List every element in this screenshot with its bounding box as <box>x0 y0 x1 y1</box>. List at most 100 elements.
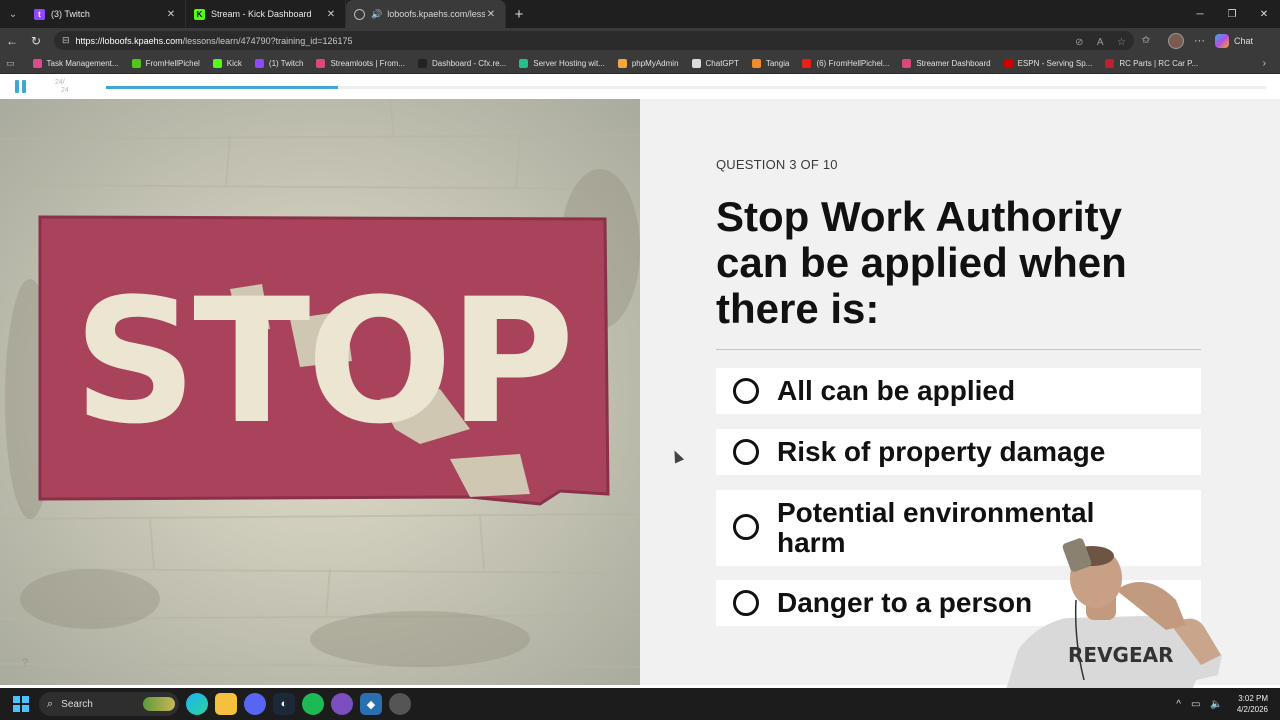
shirt-logo-text: REVGEAR <box>1068 643 1174 667</box>
windows-start-icon[interactable] <box>13 696 29 712</box>
bookmark-label: Kick <box>226 58 242 68</box>
bookmark-item[interactable]: Tangia <box>751 58 789 68</box>
bookmark-favicon-icon <box>131 58 141 68</box>
bookmark-item[interactable]: Streamer Dashboard <box>902 58 991 68</box>
url-field[interactable]: ⊟ https://loboofs.kpaehs.com/lessons/lea… <box>54 31 1134 50</box>
taskbar-search[interactable]: ⌕ Search <box>39 692 179 716</box>
tab-kick-dashboard[interactable]: K Stream - Kick Dashboard ✕ <box>186 0 346 28</box>
bookmark-favicon-icon <box>751 58 761 68</box>
bookmark-item[interactable]: phpMyAdmin <box>617 58 679 68</box>
question-counter: QUESTION 3 OF 10 <box>716 157 838 172</box>
search-highlight-image <box>143 697 175 711</box>
bookmark-label: phpMyAdmin <box>631 58 679 68</box>
question-title: Stop Work Authority can be applied when … <box>716 193 1127 332</box>
volume-icon[interactable]: 🔈 <box>1210 699 1222 710</box>
bookmark-favicon-icon <box>254 58 264 68</box>
obs-icon[interactable] <box>331 693 353 715</box>
bookmark-list: Task Management... FromHellPichel Kick (1) … <box>32 58 1212 68</box>
chevron-up-icon[interactable]: ^ <box>1176 699 1181 710</box>
tab-lesson[interactable]: 🔊 loboofs.kpaehs.com/lessons/l ✕ <box>346 0 506 28</box>
bookmark-label: Dashboard - Cfx.re... <box>432 58 507 68</box>
file-explorer-icon[interactable] <box>215 693 237 715</box>
answer-label: Danger to a person <box>777 587 1033 618</box>
answer-option-1[interactable]: All can be applied <box>716 368 1201 414</box>
bookmark-label: Streamloots | From... <box>330 58 405 68</box>
discord-icon[interactable] <box>244 693 266 715</box>
favorites-icon[interactable]: ✩ <box>1134 35 1158 46</box>
webcam-overlay: REVGEAR <box>996 530 1228 690</box>
streamer-figure: REVGEAR <box>1006 538 1222 690</box>
bookmark-item[interactable]: Task Management... <box>32 58 119 68</box>
spotify-icon[interactable] <box>302 693 324 715</box>
question-image: STOP ? <box>0 99 640 685</box>
tracking-prevention-icon[interactable]: ⊘ <box>1075 37 1083 48</box>
window-controls: ─ ❐ ✕ <box>1184 9 1280 20</box>
clock-time: 3:02 PM <box>1238 694 1268 703</box>
close-icon[interactable]: ✕ <box>485 9 497 20</box>
bookmark-favicon-icon <box>802 58 812 68</box>
pause-button[interactable] <box>15 80 29 93</box>
radio-button[interactable] <box>733 378 759 404</box>
stop-wall-illustration: STOP ? <box>0 99 640 685</box>
bookmark-label: FromHellPichel <box>145 58 200 68</box>
answer-label: All can be applied <box>777 375 1016 406</box>
bookmark-label: (6) FromHellPichel... <box>816 58 890 68</box>
lesson-progress-fill <box>106 86 338 89</box>
minimize-icon[interactable]: ─ <box>1184 9 1216 20</box>
bookmark-item[interactable]: Kick <box>212 58 242 68</box>
bookmark-favicon-icon <box>1105 58 1115 68</box>
more-icon[interactable]: ··· <box>1194 35 1205 47</box>
restore-icon[interactable]: ❐ <box>1216 9 1248 20</box>
close-icon[interactable]: ✕ <box>325 9 337 20</box>
search-label: Search <box>61 698 93 710</box>
bookmark-item[interactable]: Streamloots | From... <box>316 58 405 68</box>
bookmarks-bar: ▭ Task Management... FromHellPichel Kick (1… <box>0 53 1280 74</box>
bookmark-favicon-icon <box>32 58 42 68</box>
bookmark-item[interactable]: ChatGPT <box>691 58 739 68</box>
bookmark-favicon-icon <box>418 58 427 68</box>
site-info-icon[interactable]: ⊟ <box>62 35 70 46</box>
back-button[interactable]: ← <box>0 34 24 48</box>
copilot-chat-button[interactable]: Chat <box>1215 33 1253 48</box>
favorite-star-icon[interactable]: ☆ <box>1117 37 1126 48</box>
network-icon[interactable]: ▭ <box>1191 699 1200 710</box>
clock-date: 4/2/2026 <box>1236 705 1268 714</box>
close-window-icon[interactable]: ✕ <box>1248 9 1280 20</box>
svg-text:?: ? <box>22 657 28 669</box>
close-icon[interactable]: ✕ <box>165 9 177 20</box>
read-aloud-icon[interactable]: A <box>1097 37 1104 48</box>
tab-actions-menu-button[interactable]: ⌄ <box>0 0 26 28</box>
bookmark-item[interactable]: (1) Twitch <box>254 58 303 68</box>
app-diamond-icon[interactable]: ◆ <box>360 693 382 715</box>
radio-button[interactable] <box>733 439 759 465</box>
page-counter: 24/24 <box>55 79 69 94</box>
bookmark-favicon-icon <box>212 58 222 68</box>
bookmark-label: ChatGPT <box>705 58 739 68</box>
bookmark-label: ESPN - Serving Sp... <box>1017 58 1093 68</box>
chevron-right-icon[interactable]: › <box>1263 58 1266 69</box>
radio-button[interactable] <box>733 514 759 540</box>
bookmark-item[interactable]: RC Parts | RC Car P... <box>1105 58 1198 68</box>
bookmark-item[interactable]: Server Hosting wit... <box>519 58 605 68</box>
bookmark-favicon-icon <box>902 58 912 68</box>
answer-option-2[interactable]: Risk of property damage <box>716 429 1201 475</box>
taskbar-clock[interactable]: 3:02 PM 4/2/2026 <box>1237 693 1268 715</box>
sidebar-toggle-icon[interactable]: ▭ <box>6 58 15 69</box>
bookmark-item[interactable]: ESPN - Serving Sp... <box>1003 58 1093 68</box>
os-taskbar: ⌕ Search ◐ ◆ ^ ▭ 🔈 3:02 PM 4/2/2026 <box>0 688 1280 720</box>
tab-twitch[interactable]: t (3) Twitch ✕ <box>26 0 186 28</box>
address-bar-row: ← ↻ ⊟ https://loboofs.kpaehs.com/lessons… <box>0 28 1280 53</box>
bookmark-item[interactable]: FromHellPichel <box>131 58 200 68</box>
profile-avatar[interactable] <box>1168 32 1184 49</box>
search-icon: ⌕ <box>47 697 54 710</box>
bookmark-favicon-icon <box>316 58 326 68</box>
chrome-icon[interactable] <box>389 693 411 715</box>
bookmark-item[interactable]: (6) FromHellPichel... <box>802 58 890 68</box>
bookmark-item[interactable]: Dashboard - Cfx.re... <box>418 58 507 68</box>
reload-button[interactable]: ↻ <box>24 34 48 48</box>
edge-icon[interactable] <box>186 693 208 715</box>
speaker-icon[interactable]: 🔊 <box>371 9 382 20</box>
radio-button[interactable] <box>733 590 759 616</box>
new-tab-button[interactable]: + <box>506 0 532 28</box>
steam-icon[interactable]: ◐ <box>273 693 295 715</box>
